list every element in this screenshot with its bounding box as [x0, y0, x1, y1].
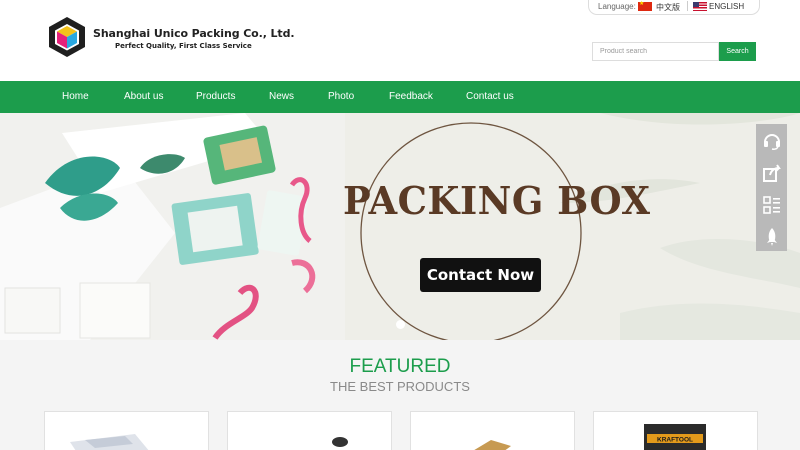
- language-divider: [687, 1, 688, 11]
- qr-code-button[interactable]: [756, 189, 787, 220]
- product-image: [332, 437, 348, 447]
- nav-item-contact-us[interactable]: Contact us: [466, 91, 514, 102]
- company-slogan: Perfect Quality, First Class Service: [115, 42, 252, 50]
- nav-item-products[interactable]: Products: [196, 91, 235, 102]
- company-name: Shanghai Unico Packing Co., Ltd.: [93, 27, 295, 40]
- product-card[interactable]: [410, 411, 575, 450]
- qr-code-icon: [762, 195, 780, 214]
- back-to-top-button[interactable]: [756, 221, 787, 252]
- customer-service-button[interactable]: [756, 125, 787, 156]
- featured-subtitle: THE BEST PRODUCTS: [330, 379, 470, 394]
- nav-item-photo[interactable]: Photo: [328, 91, 354, 102]
- hero-banner[interactable]: [0, 113, 800, 340]
- cn-flag-icon[interactable]: [638, 0, 652, 11]
- header: Shanghai Unico Packing Co., Ltd. Perfect…: [0, 0, 800, 81]
- banner-headline: PACKING BOX: [343, 178, 651, 223]
- logo[interactable]: [48, 16, 86, 63]
- featured-title: FEATURED: [349, 356, 451, 377]
- headset-icon: [763, 133, 780, 150]
- contact-now-button[interactable]: Contact Now: [420, 258, 541, 292]
- us-flag-icon[interactable]: [693, 2, 707, 11]
- search-button[interactable]: Search: [719, 42, 756, 61]
- language-bar: Language: 中文版 ENGLISH: [588, 0, 760, 15]
- product-image: KRAFTOOL: [644, 424, 706, 450]
- slider-dot[interactable]: [396, 320, 405, 329]
- nav-item-about-us[interactable]: About us: [124, 91, 163, 102]
- nav-item-home[interactable]: Home: [62, 91, 89, 102]
- language-label: Language:: [598, 2, 636, 11]
- product-card[interactable]: [44, 411, 209, 450]
- side-toolbar: [756, 124, 787, 251]
- page: Shanghai Unico Packing Co., Ltd. Perfect…: [0, 0, 800, 450]
- main-nav: Home About us Products News Photo Feedba…: [0, 81, 800, 113]
- product-brand-text: KRAFTOOL: [657, 437, 693, 444]
- product-image: [474, 440, 511, 450]
- logo-cube-icon: [49, 17, 85, 57]
- product-card[interactable]: [227, 411, 392, 450]
- product-card[interactable]: KRAFTOOL: [593, 411, 758, 450]
- language-english-link[interactable]: ENGLISH: [709, 2, 744, 11]
- share-icon: [762, 163, 781, 182]
- product-image: [70, 434, 149, 450]
- nav-item-feedback[interactable]: Feedback: [389, 91, 433, 102]
- language-chinese-link[interactable]: 中文版: [656, 2, 680, 13]
- search-input[interactable]: [592, 42, 719, 61]
- nav-item-news[interactable]: News: [269, 91, 294, 102]
- share-button[interactable]: [756, 157, 787, 188]
- rocket-icon: [766, 227, 777, 246]
- banner-artwork: [0, 113, 800, 340]
